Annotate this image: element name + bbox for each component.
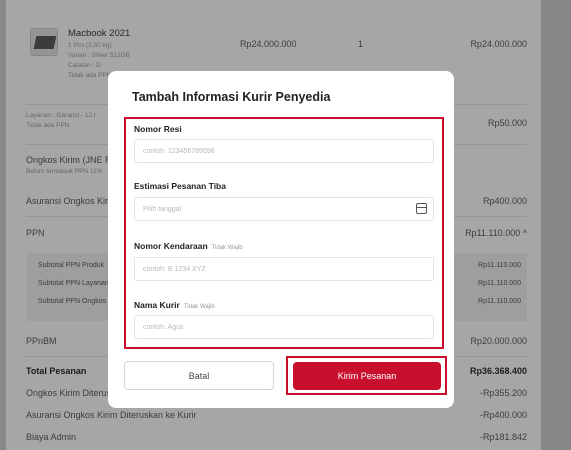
- eta-placeholder: Pilih tanggal: [143, 206, 182, 213]
- courier-label-text: Nama Kurir: [134, 300, 180, 310]
- optional-tag: Tidak Wajib: [211, 245, 243, 251]
- eta-date-picker[interactable]: Pilih tanggal: [134, 197, 434, 221]
- optional-tag: Tidak Wajib: [183, 304, 215, 310]
- modal-title: Tambah Informasi Kurir Penyedia: [132, 90, 331, 104]
- calendar-icon[interactable]: [416, 203, 427, 214]
- courier-form: Nomor Resi contoh: 123456789098 Estimasi…: [124, 117, 444, 349]
- courier-info-modal: Tambah Informasi Kurir Penyedia Nomor Re…: [108, 71, 454, 408]
- courier-name-input[interactable]: contoh: Agus: [134, 315, 434, 339]
- resi-input[interactable]: contoh: 123456789098: [134, 139, 434, 163]
- vehicle-input[interactable]: contoh: B 1234 XYZ: [134, 257, 434, 281]
- resi-label: Nomor Resi: [134, 124, 182, 134]
- courier-label: Nama Kurir Tidak Wajib: [134, 300, 215, 310]
- submit-order-button[interactable]: Kirim Pesanan: [293, 362, 441, 390]
- vehicle-label: Nomor Kendaraan Tidak Wajib: [134, 241, 243, 251]
- cancel-button[interactable]: Batal: [124, 361, 274, 390]
- eta-label: Estimasi Pesanan Tiba: [134, 181, 226, 191]
- vehicle-label-text: Nomor Kendaraan: [134, 241, 208, 251]
